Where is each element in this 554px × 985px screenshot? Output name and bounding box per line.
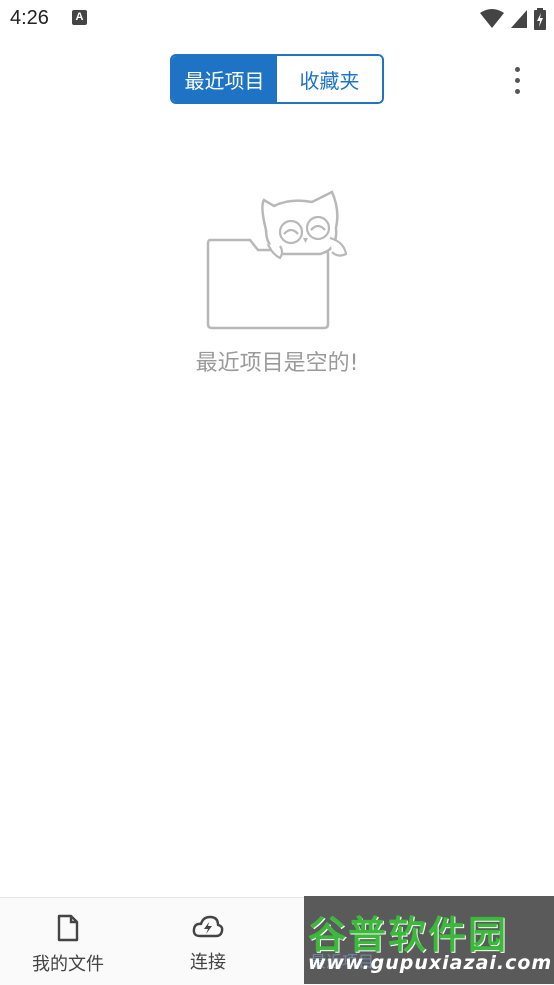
signal-icon (511, 10, 527, 28)
watermark-brand: 谷普软件园 (308, 913, 509, 957)
battery-charging-icon (534, 8, 546, 30)
watermark: 最近项目 谷普软件园 www.gupuxiazai.com (304, 896, 554, 984)
nav-connect-label: 连接 (190, 952, 226, 973)
status-icons (480, 8, 546, 30)
wifi-icon (480, 9, 504, 28)
view-toggle: 最近项目 收藏夹 (170, 54, 384, 104)
empty-message: 最近项目是空的! (195, 351, 359, 376)
nav-connect[interactable]: 连接 (158, 898, 258, 985)
more-vertical-icon[interactable] (502, 60, 532, 100)
owl-folder-illustration (206, 190, 348, 330)
nav-my-files[interactable]: 我的文件 (18, 898, 118, 985)
status-time: 4:26 (10, 7, 49, 29)
cloud-lightning-icon (192, 915, 224, 938)
status-bar: 4:26 A (0, 0, 554, 40)
tab-recent[interactable]: 最近项目 (172, 56, 277, 102)
nav-my-files-label: 我的文件 (32, 954, 104, 975)
file-icon (57, 914, 79, 942)
notification-a-icon: A (72, 10, 87, 25)
tab-favorites[interactable]: 收藏夹 (277, 56, 382, 102)
watermark-url: www.gupuxiazai.com (308, 952, 553, 974)
